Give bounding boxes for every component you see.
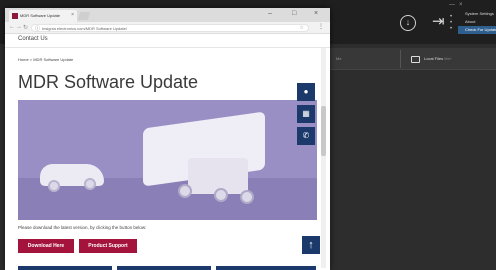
menu-item-system-settings[interactable]: System Settings xyxy=(458,10,496,18)
breadcrumb: Home > MDR Software Update xyxy=(18,57,74,62)
forward-icon[interactable]: → xyxy=(16,24,22,30)
web-page: Contact Us Home > MDR Software Update MD… xyxy=(5,34,330,270)
menu-item-check-for-update[interactable]: Check For Update xyxy=(458,26,496,34)
truck-wheel-3 xyxy=(240,190,254,204)
url-input[interactable]: ⓘ Insignia electronics.com/MDR Software … xyxy=(31,24,309,32)
footer-card-3[interactable] xyxy=(216,266,316,270)
page-scrollbar[interactable] xyxy=(321,48,326,268)
more-menu-icon[interactable]: • • • xyxy=(450,14,452,32)
local-files-count: Mx+ xyxy=(444,56,452,61)
browser-window: MDR Software Update × – □ × ← → ↻ ⓘ Insi… xyxy=(5,8,330,270)
app-dropdown-menu: System Settings About Check For Update xyxy=(458,10,496,34)
bookmark-star-icon[interactable]: ☆ xyxy=(300,25,304,31)
browser-tabbar: MDR Software Update × – □ × xyxy=(5,8,330,22)
folder-icon xyxy=(411,56,420,63)
info-icon[interactable]: ⓘ xyxy=(35,25,40,32)
car-wheel-front xyxy=(48,180,60,192)
footer-card-1[interactable] xyxy=(18,266,112,270)
contact-us-link[interactable]: Contact Us xyxy=(18,36,48,42)
truck-wheel-1 xyxy=(178,184,192,198)
reload-icon[interactable]: ↻ xyxy=(23,24,28,31)
app-close-icon[interactable]: × xyxy=(459,2,463,8)
phone-icon[interactable]: ✆ xyxy=(297,127,315,145)
car-wheel-rear xyxy=(84,178,96,190)
download-instructions: Please download the latest version, by c… xyxy=(18,225,147,230)
favicon-icon xyxy=(12,13,18,19)
browser-close-button[interactable]: × xyxy=(314,10,318,17)
download-here-button[interactable]: Download Here xyxy=(18,239,74,253)
tab-title: MDR Software Update xyxy=(20,13,61,18)
menu-item-about[interactable]: About xyxy=(458,18,496,26)
tab-close-icon[interactable]: × xyxy=(71,12,74,18)
site-nav: Contact Us xyxy=(5,34,330,48)
browser-maximize-button[interactable]: □ xyxy=(292,10,296,17)
back-icon[interactable]: ← xyxy=(9,24,15,30)
download-icon[interactable]: ↓ xyxy=(400,15,416,31)
local-files-label: Local Files xyxy=(424,56,444,61)
page-title: MDR Software Update xyxy=(18,72,199,92)
browser-menu-icon[interactable]: ⋮ xyxy=(318,23,324,30)
browser-minimize-button[interactable]: – xyxy=(268,10,272,17)
truck-wheel-2 xyxy=(214,188,228,202)
browser-tab[interactable]: MDR Software Update × xyxy=(9,10,77,22)
address-bar: ← → ↻ ⓘ Insignia electronics.com/MDR Sof… xyxy=(5,22,330,34)
app-minimize-icon[interactable]: — xyxy=(449,2,455,8)
footer-card-2[interactable] xyxy=(117,266,211,270)
calculator-icon[interactable]: ▦ xyxy=(297,105,315,123)
subbar-divider xyxy=(400,50,401,68)
subbar-tab-count[interactable]: Mx xyxy=(336,48,341,70)
location-icon[interactable]: ● xyxy=(297,83,315,101)
logout-icon[interactable]: ⇥ xyxy=(432,14,445,29)
product-support-button[interactable]: Product Support xyxy=(79,239,137,253)
new-tab-button[interactable] xyxy=(77,12,91,20)
hero-image xyxy=(18,100,317,220)
url-text: Insignia electronics.com/MDR Software Up… xyxy=(42,26,127,31)
local-files-tab[interactable]: Local Files Mx+ xyxy=(424,55,452,63)
scroll-thumb[interactable] xyxy=(321,106,326,156)
back-to-top-button[interactable]: ↑ xyxy=(302,236,320,254)
